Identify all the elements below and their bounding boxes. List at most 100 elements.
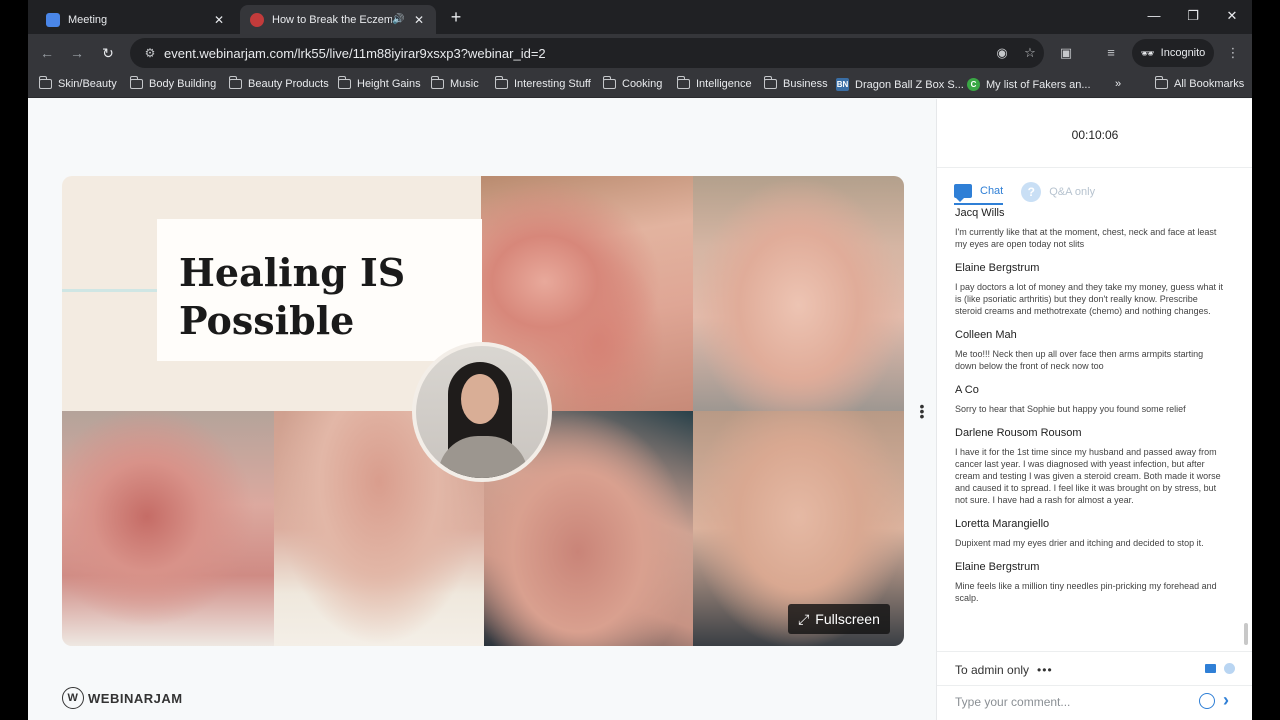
tab-webinar[interactable]: How to Break the Eczema 🔊 ✕ bbox=[240, 5, 436, 34]
url-text: event.webinarjam.com/lrk55/live/11m88iyi… bbox=[164, 45, 546, 61]
video-stage[interactable]: Healing IS Possible ⤢ Fullscreen bbox=[62, 176, 904, 646]
bookmark-skin-beauty[interactable]: Skin/Beauty bbox=[38, 76, 117, 90]
chat-scrollbar[interactable] bbox=[1244, 623, 1248, 645]
bookmark-label: Height Gains bbox=[357, 78, 421, 90]
tab-chat[interactable]: Chat bbox=[954, 179, 1004, 205]
bookmark-interesting-stuff[interactable]: Interesting Stuff bbox=[494, 76, 591, 90]
question-mode-icon[interactable] bbox=[1224, 663, 1235, 674]
chat-message: Loretta Marangiello Dupixent mad my eyes… bbox=[937, 518, 1252, 549]
minimize-icon[interactable]: — bbox=[1144, 8, 1164, 23]
speaker-icon[interactable]: 🔊 bbox=[392, 14, 406, 25]
folder-icon bbox=[676, 76, 690, 89]
emoji-icon[interactable] bbox=[1199, 693, 1215, 709]
bookmarks-overflow-chevron-icon[interactable]: » bbox=[1115, 78, 1121, 90]
fullscreen-button[interactable]: ⤢ Fullscreen bbox=[788, 604, 890, 634]
slide-title: Healing IS Possible bbox=[179, 250, 406, 343]
send-icon[interactable]: › bbox=[1223, 690, 1229, 711]
bookmark-label: Skin/Beauty bbox=[58, 78, 117, 90]
brand-name: WEBINARJAM bbox=[88, 690, 183, 706]
chat-tabs: Chat ? Q&A only bbox=[954, 179, 1095, 205]
message-text: Me too!!! Neck then up all over face the… bbox=[955, 349, 1204, 371]
folder-icon bbox=[38, 76, 52, 89]
close-tab-icon[interactable]: ✕ bbox=[412, 13, 426, 27]
chat-message: A Co Sorry to hear that Sophie but happy… bbox=[937, 384, 1252, 415]
message-author: Darlene Rousom Rousom bbox=[955, 427, 1082, 439]
green-favicon-icon: C bbox=[967, 78, 980, 91]
chat-message: Elaine Bergstrum Mine feels like a milli… bbox=[937, 561, 1252, 604]
message-text: I have it for the 1st time since my husb… bbox=[955, 447, 1221, 505]
folder-icon bbox=[129, 76, 143, 89]
webinarjam-logo: W WEBINARJAM bbox=[62, 687, 183, 709]
panel-options-icon[interactable]: • • • bbox=[919, 399, 925, 423]
more-options-icon[interactable]: ••• bbox=[1037, 663, 1053, 677]
site-info-icon[interactable]: ⚙ bbox=[136, 46, 164, 60]
bookmark-body-building[interactable]: Body Building bbox=[129, 76, 216, 90]
expand-icon: ⤢ bbox=[798, 610, 810, 627]
message-author: Loretta Marangiello bbox=[955, 518, 1050, 530]
folder-icon bbox=[763, 76, 777, 89]
bookmark-cooking[interactable]: Cooking bbox=[602, 76, 663, 90]
address-bar[interactable]: ⚙ event.webinarjam.com/lrk55/live/11m88i… bbox=[130, 38, 1044, 68]
chat-messages: Jacq Wills I'm currently like that at th… bbox=[937, 207, 1252, 644]
message-author: Colleen Mah bbox=[955, 329, 1017, 341]
tab-qa-only[interactable]: ? Q&A only bbox=[1021, 179, 1095, 205]
tab-bar: Meeting ✕ How to Break the Eczema 🔊 ✕ + … bbox=[28, 0, 1252, 34]
eye-off-icon[interactable]: ◉ bbox=[988, 45, 1016, 61]
bookmark-fakers-list[interactable]: C My list of Fakers an... bbox=[967, 78, 1091, 91]
bookmark-star-icon[interactable]: ☆ bbox=[1016, 45, 1044, 61]
divider bbox=[937, 685, 1252, 686]
restore-icon[interactable]: ❐ bbox=[1183, 8, 1203, 24]
new-tab-button[interactable]: + bbox=[446, 7, 466, 28]
chat-message: Elaine Bergstrum I pay doctors a lot of … bbox=[937, 262, 1252, 317]
calendar-favicon-icon bbox=[46, 12, 60, 27]
folder-icon bbox=[494, 76, 508, 89]
message-author: Jacq Wills bbox=[955, 207, 1005, 219]
photo-face-healed bbox=[693, 176, 904, 411]
bookmark-label: Beauty Products bbox=[248, 78, 329, 90]
lens-search-icon[interactable]: ▣ bbox=[1055, 43, 1077, 63]
message-type-icons bbox=[1205, 663, 1235, 674]
webinar-page: Healing IS Possible ⤢ Fullscreen • • • W W… bbox=[28, 99, 1252, 720]
bookmarks-bar: Skin/Beauty Body Building Beauty Product… bbox=[28, 72, 1252, 98]
recipient-selector[interactable]: To admin only ••• bbox=[955, 663, 1053, 677]
close-window-icon[interactable]: ✕ bbox=[1222, 8, 1242, 24]
bookmark-music[interactable]: Music bbox=[430, 76, 479, 90]
webinarjam-mark-icon: W bbox=[62, 687, 84, 709]
folder-icon bbox=[1154, 76, 1168, 89]
back-button[interactable]: ← bbox=[37, 43, 57, 63]
message-text: Mine feels like a million tiny needles p… bbox=[955, 581, 1217, 603]
tab-qa-label: Q&A only bbox=[1049, 186, 1096, 198]
comment-input[interactable]: Type your comment... bbox=[955, 695, 1185, 709]
bookmark-beauty-products[interactable]: Beauty Products bbox=[228, 76, 329, 90]
question-mark-icon: ? bbox=[1021, 182, 1042, 202]
chat-bubble-icon bbox=[954, 184, 972, 202]
tab-meeting[interactable]: Meeting ✕ bbox=[36, 5, 236, 34]
bookmark-label: All Bookmarks bbox=[1174, 78, 1245, 90]
bookmark-business[interactable]: Business bbox=[763, 76, 828, 90]
bookmark-label: My list of Fakers an... bbox=[986, 78, 1091, 91]
incognito-label: Incognito bbox=[1160, 47, 1206, 59]
forward-button[interactable]: → bbox=[67, 43, 87, 63]
folder-icon bbox=[602, 76, 616, 89]
menu-kebab-icon[interactable]: ⋮ bbox=[1222, 43, 1244, 63]
bookmark-height-gains[interactable]: Height Gains bbox=[337, 76, 421, 90]
message-author: A Co bbox=[955, 384, 979, 396]
presenter-face bbox=[461, 374, 499, 424]
browser-toolbar: ← → ↻ ⚙ event.webinarjam.com/lrk55/live/… bbox=[28, 34, 1252, 72]
message-text: Dupixent mad my eyes drier and itching a… bbox=[955, 538, 1204, 548]
incognito-badge[interactable]: 🕶 Incognito bbox=[1132, 39, 1214, 67]
close-tab-icon[interactable]: ✕ bbox=[212, 13, 226, 27]
chat-mode-icon[interactable] bbox=[1205, 664, 1216, 673]
bookmark-label: Interesting Stuff bbox=[514, 78, 591, 90]
message-text: Sorry to hear that Sophie but happy you … bbox=[955, 404, 1186, 414]
bookmark-intelligence[interactable]: Intelligence bbox=[676, 76, 752, 90]
bookmark-dragon-ball[interactable]: BN Dragon Ball Z Box S... bbox=[836, 78, 964, 91]
tab-chat-label: Chat bbox=[980, 185, 1004, 197]
reload-button[interactable]: ↻ bbox=[98, 43, 118, 63]
bookmark-label: Cooking bbox=[622, 78, 663, 90]
media-controls-icon[interactable]: ≡ bbox=[1100, 43, 1122, 63]
bookmark-all-bookmarks[interactable]: All Bookmarks bbox=[1154, 76, 1245, 90]
message-text: I pay doctors a lot of money and they ta… bbox=[955, 282, 1223, 316]
folder-icon bbox=[337, 76, 351, 89]
dbz-favicon-icon: BN bbox=[836, 78, 849, 91]
